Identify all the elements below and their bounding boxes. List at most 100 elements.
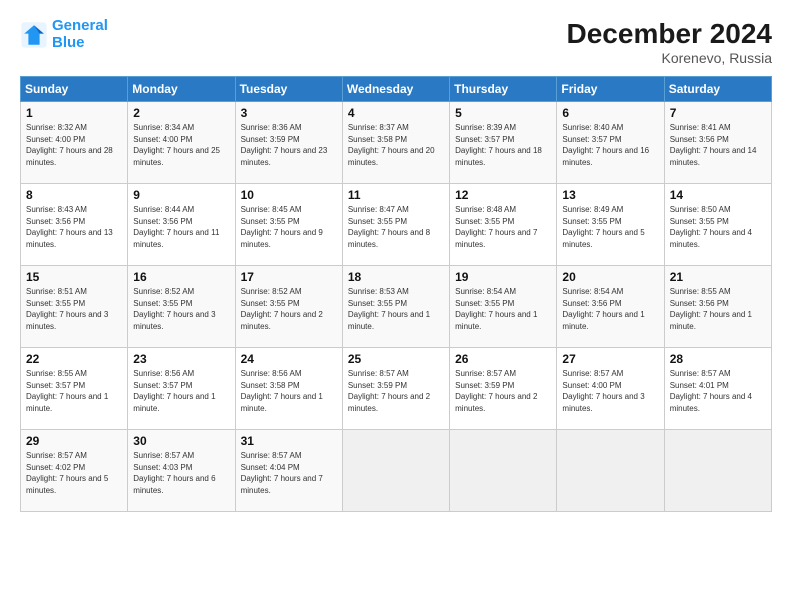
calendar-cell: 23 Sunrise: 8:56 AM Sunset: 3:57 PM Dayl… xyxy=(128,348,235,430)
day-info: Sunrise: 8:39 AM Sunset: 3:57 PM Dayligh… xyxy=(455,122,551,168)
calendar-cell: 4 Sunrise: 8:37 AM Sunset: 3:58 PM Dayli… xyxy=(342,102,449,184)
calendar-week-2: 8 Sunrise: 8:43 AM Sunset: 3:56 PM Dayli… xyxy=(21,184,772,266)
page-header: General Blue December 2024 Korenevo, Rus… xyxy=(20,18,772,66)
day-info: Sunrise: 8:32 AM Sunset: 4:00 PM Dayligh… xyxy=(26,122,122,168)
calendar-cell: 12 Sunrise: 8:48 AM Sunset: 3:55 PM Dayl… xyxy=(450,184,557,266)
calendar-cell: 3 Sunrise: 8:36 AM Sunset: 3:59 PM Dayli… xyxy=(235,102,342,184)
calendar-cell: 11 Sunrise: 8:47 AM Sunset: 3:55 PM Dayl… xyxy=(342,184,449,266)
calendar-cell: 29 Sunrise: 8:57 AM Sunset: 4:02 PM Dayl… xyxy=(21,430,128,512)
day-info: Sunrise: 8:55 AM Sunset: 3:57 PM Dayligh… xyxy=(26,368,122,414)
day-info: Sunrise: 8:57 AM Sunset: 4:01 PM Dayligh… xyxy=(670,368,766,414)
day-number: 10 xyxy=(241,188,337,202)
day-info: Sunrise: 8:43 AM Sunset: 3:56 PM Dayligh… xyxy=(26,204,122,250)
day-info: Sunrise: 8:41 AM Sunset: 3:56 PM Dayligh… xyxy=(670,122,766,168)
day-info: Sunrise: 8:54 AM Sunset: 3:56 PM Dayligh… xyxy=(562,286,658,332)
calendar-cell xyxy=(664,430,771,512)
day-number: 21 xyxy=(670,270,766,284)
day-number: 1 xyxy=(26,106,122,120)
calendar-week-5: 29 Sunrise: 8:57 AM Sunset: 4:02 PM Dayl… xyxy=(21,430,772,512)
day-info: Sunrise: 8:57 AM Sunset: 3:59 PM Dayligh… xyxy=(455,368,551,414)
day-number: 19 xyxy=(455,270,551,284)
day-info: Sunrise: 8:36 AM Sunset: 3:59 PM Dayligh… xyxy=(241,122,337,168)
col-monday: Monday xyxy=(128,77,235,102)
day-number: 26 xyxy=(455,352,551,366)
calendar-cell: 18 Sunrise: 8:53 AM Sunset: 3:55 PM Dayl… xyxy=(342,266,449,348)
day-info: Sunrise: 8:56 AM Sunset: 3:57 PM Dayligh… xyxy=(133,368,229,414)
calendar-header-row: Sunday Monday Tuesday Wednesday Thursday… xyxy=(21,77,772,102)
day-info: Sunrise: 8:55 AM Sunset: 3:56 PM Dayligh… xyxy=(670,286,766,332)
day-info: Sunrise: 8:57 AM Sunset: 4:04 PM Dayligh… xyxy=(241,450,337,496)
day-info: Sunrise: 8:37 AM Sunset: 3:58 PM Dayligh… xyxy=(348,122,444,168)
calendar-week-3: 15 Sunrise: 8:51 AM Sunset: 3:55 PM Dayl… xyxy=(21,266,772,348)
day-number: 24 xyxy=(241,352,337,366)
calendar-cell: 8 Sunrise: 8:43 AM Sunset: 3:56 PM Dayli… xyxy=(21,184,128,266)
day-info: Sunrise: 8:50 AM Sunset: 3:55 PM Dayligh… xyxy=(670,204,766,250)
calendar-cell: 25 Sunrise: 8:57 AM Sunset: 3:59 PM Dayl… xyxy=(342,348,449,430)
calendar-subtitle: Korenevo, Russia xyxy=(567,50,772,66)
logo-icon xyxy=(20,21,48,49)
day-number: 12 xyxy=(455,188,551,202)
day-info: Sunrise: 8:57 AM Sunset: 4:00 PM Dayligh… xyxy=(562,368,658,414)
day-number: 8 xyxy=(26,188,122,202)
day-number: 20 xyxy=(562,270,658,284)
calendar-cell: 6 Sunrise: 8:40 AM Sunset: 3:57 PM Dayli… xyxy=(557,102,664,184)
day-number: 3 xyxy=(241,106,337,120)
logo-line2: Blue xyxy=(52,34,85,51)
day-info: Sunrise: 8:56 AM Sunset: 3:58 PM Dayligh… xyxy=(241,368,337,414)
col-thursday: Thursday xyxy=(450,77,557,102)
col-sunday: Sunday xyxy=(21,77,128,102)
logo-text: General Blue xyxy=(52,18,108,51)
day-number: 13 xyxy=(562,188,658,202)
day-info: Sunrise: 8:51 AM Sunset: 3:55 PM Dayligh… xyxy=(26,286,122,332)
day-number: 22 xyxy=(26,352,122,366)
day-info: Sunrise: 8:57 AM Sunset: 3:59 PM Dayligh… xyxy=(348,368,444,414)
calendar-cell: 20 Sunrise: 8:54 AM Sunset: 3:56 PM Dayl… xyxy=(557,266,664,348)
col-saturday: Saturday xyxy=(664,77,771,102)
calendar-cell: 26 Sunrise: 8:57 AM Sunset: 3:59 PM Dayl… xyxy=(450,348,557,430)
calendar-cell: 30 Sunrise: 8:57 AM Sunset: 4:03 PM Dayl… xyxy=(128,430,235,512)
calendar-cell: 27 Sunrise: 8:57 AM Sunset: 4:00 PM Dayl… xyxy=(557,348,664,430)
day-info: Sunrise: 8:47 AM Sunset: 3:55 PM Dayligh… xyxy=(348,204,444,250)
calendar-table: Sunday Monday Tuesday Wednesday Thursday… xyxy=(20,76,772,512)
day-info: Sunrise: 8:44 AM Sunset: 3:56 PM Dayligh… xyxy=(133,204,229,250)
day-number: 17 xyxy=(241,270,337,284)
day-info: Sunrise: 8:52 AM Sunset: 3:55 PM Dayligh… xyxy=(241,286,337,332)
day-number: 15 xyxy=(26,270,122,284)
calendar-cell: 1 Sunrise: 8:32 AM Sunset: 4:00 PM Dayli… xyxy=(21,102,128,184)
calendar-page: General Blue December 2024 Korenevo, Rus… xyxy=(0,0,792,612)
calendar-cell xyxy=(450,430,557,512)
day-number: 27 xyxy=(562,352,658,366)
day-info: Sunrise: 8:49 AM Sunset: 3:55 PM Dayligh… xyxy=(562,204,658,250)
day-info: Sunrise: 8:52 AM Sunset: 3:55 PM Dayligh… xyxy=(133,286,229,332)
calendar-cell: 24 Sunrise: 8:56 AM Sunset: 3:58 PM Dayl… xyxy=(235,348,342,430)
calendar-cell: 14 Sunrise: 8:50 AM Sunset: 3:55 PM Dayl… xyxy=(664,184,771,266)
calendar-week-1: 1 Sunrise: 8:32 AM Sunset: 4:00 PM Dayli… xyxy=(21,102,772,184)
day-number: 29 xyxy=(26,434,122,448)
day-info: Sunrise: 8:34 AM Sunset: 4:00 PM Dayligh… xyxy=(133,122,229,168)
day-number: 11 xyxy=(348,188,444,202)
calendar-title: December 2024 xyxy=(567,18,772,50)
calendar-cell: 31 Sunrise: 8:57 AM Sunset: 4:04 PM Dayl… xyxy=(235,430,342,512)
day-info: Sunrise: 8:57 AM Sunset: 4:03 PM Dayligh… xyxy=(133,450,229,496)
calendar-cell: 7 Sunrise: 8:41 AM Sunset: 3:56 PM Dayli… xyxy=(664,102,771,184)
calendar-cell: 13 Sunrise: 8:49 AM Sunset: 3:55 PM Dayl… xyxy=(557,184,664,266)
day-number: 9 xyxy=(133,188,229,202)
calendar-week-4: 22 Sunrise: 8:55 AM Sunset: 3:57 PM Dayl… xyxy=(21,348,772,430)
day-number: 23 xyxy=(133,352,229,366)
calendar-cell: 9 Sunrise: 8:44 AM Sunset: 3:56 PM Dayli… xyxy=(128,184,235,266)
calendar-cell: 15 Sunrise: 8:51 AM Sunset: 3:55 PM Dayl… xyxy=(21,266,128,348)
day-info: Sunrise: 8:53 AM Sunset: 3:55 PM Dayligh… xyxy=(348,286,444,332)
day-number: 6 xyxy=(562,106,658,120)
day-info: Sunrise: 8:57 AM Sunset: 4:02 PM Dayligh… xyxy=(26,450,122,496)
day-info: Sunrise: 8:48 AM Sunset: 3:55 PM Dayligh… xyxy=(455,204,551,250)
calendar-cell: 16 Sunrise: 8:52 AM Sunset: 3:55 PM Dayl… xyxy=(128,266,235,348)
day-number: 14 xyxy=(670,188,766,202)
col-wednesday: Wednesday xyxy=(342,77,449,102)
col-friday: Friday xyxy=(557,77,664,102)
day-info: Sunrise: 8:54 AM Sunset: 3:55 PM Dayligh… xyxy=(455,286,551,332)
calendar-cell: 19 Sunrise: 8:54 AM Sunset: 3:55 PM Dayl… xyxy=(450,266,557,348)
day-number: 25 xyxy=(348,352,444,366)
calendar-cell: 28 Sunrise: 8:57 AM Sunset: 4:01 PM Dayl… xyxy=(664,348,771,430)
day-number: 4 xyxy=(348,106,444,120)
day-info: Sunrise: 8:40 AM Sunset: 3:57 PM Dayligh… xyxy=(562,122,658,168)
